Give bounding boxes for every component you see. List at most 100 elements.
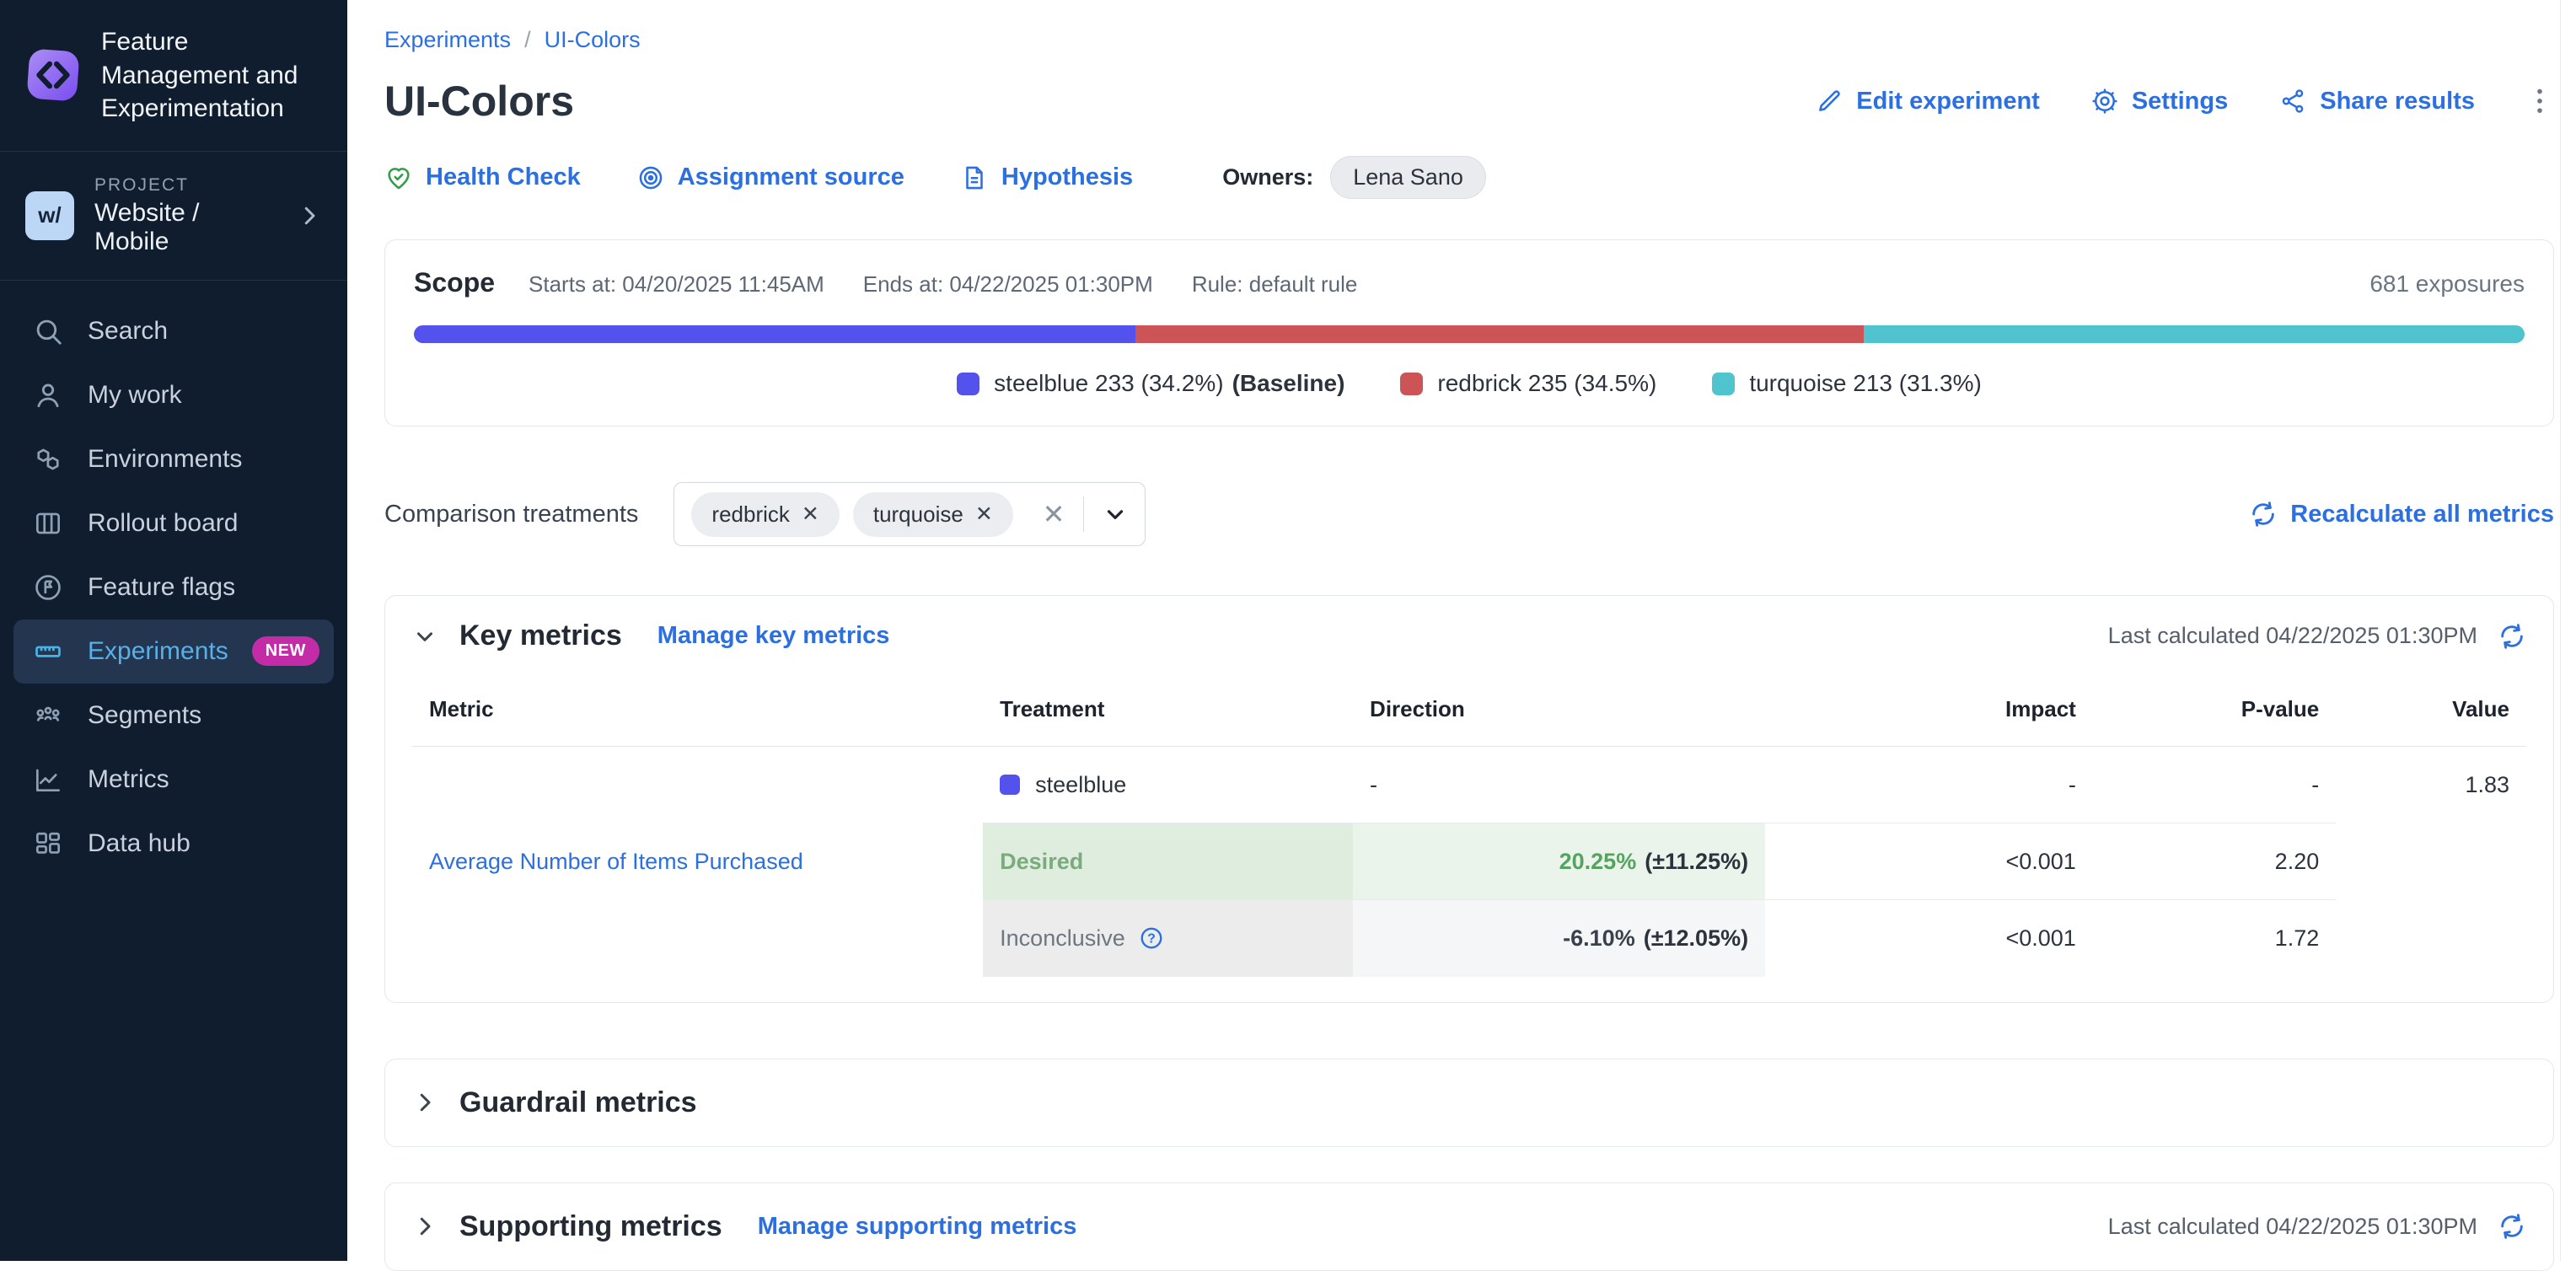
experiment-meta-row: Health Check Assignment source Hypothesi… (384, 156, 2554, 199)
pencil-icon (1815, 87, 1843, 115)
chip-turquoise[interactable]: turquoise ✕ (853, 492, 1013, 537)
owner-badge[interactable]: Lena Sano (1330, 156, 1486, 199)
sidebar-item-rollout-board[interactable]: Rollout board (13, 491, 334, 555)
sidebar-item-experiments[interactable]: Experiments NEW (13, 619, 334, 684)
scope-rule: Rule: default rule (1192, 271, 1358, 298)
sidebar-item-search[interactable]: Search (13, 299, 334, 363)
chevron-right-icon (297, 203, 322, 228)
comparison-treatments-select[interactable]: redbrick ✕ turquoise ✕ ✕ (674, 482, 1146, 546)
manage-key-metrics-link[interactable]: Manage key metrics (657, 622, 890, 650)
legend-text: turquoise 213 (31.3%) (1749, 370, 1982, 397)
treatment-legend: steelblue 233 (34.2%) (Baseline) redbric… (414, 370, 2525, 397)
legend-item-turquoise: turquoise 213 (31.3%) (1712, 370, 1982, 397)
sidebar-item-label: My work (88, 381, 182, 410)
sidebar-item-label: Data hub (88, 829, 191, 858)
project-switcher[interactable]: w/ PROJECT Website / Mobile (0, 152, 347, 281)
columns-icon (32, 507, 64, 539)
bar-segment-turquoise (1864, 325, 2525, 343)
legend-text: redbrick 235 (34.5%) (1437, 370, 1656, 397)
app-title: Feature Management and Experimentation (101, 25, 322, 126)
owners: Owners: Lena Sano (1222, 156, 1486, 199)
refresh-icon[interactable] (2498, 1212, 2526, 1241)
chip-remove-icon[interactable]: ✕ (975, 504, 993, 525)
value-cell: 2.20 (2093, 823, 2336, 900)
project-name: Website / Mobile (94, 199, 276, 256)
refresh-icon[interactable] (2498, 622, 2526, 651)
value-cell: 1.72 (2093, 900, 2336, 977)
legend-text: steelblue 233 (34.2%) (994, 370, 1223, 397)
sidebar-item-metrics[interactable]: Metrics (13, 748, 334, 812)
legend-item-steelblue: steelblue 233 (34.2%) (Baseline) (957, 370, 1344, 397)
sidebar-item-data-hub[interactable]: Data hub (13, 812, 334, 876)
edit-experiment-button[interactable]: Edit experiment (1815, 87, 2040, 115)
column-header-direction: Direction (1353, 673, 1765, 747)
breadcrumb-current-link[interactable]: UI-Colors (545, 27, 641, 53)
direction-cell: Desired (983, 823, 1353, 900)
scope-title: Scope (414, 267, 495, 298)
chip-label: turquoise (873, 501, 963, 528)
assignment-source-label: Assignment source (678, 164, 904, 191)
supporting-metrics-last-calculated: Last calculated 04/22/2025 01:30PM (2108, 1214, 2477, 1240)
guardrail-metrics-title: Guardrail metrics (459, 1086, 697, 1119)
column-header-value: Value (2336, 673, 2526, 747)
chevron-down-icon[interactable] (1103, 501, 1128, 527)
collapse-chevron-down-icon[interactable] (412, 624, 437, 649)
hypothesis-link[interactable]: Hypothesis (960, 164, 1133, 192)
people-icon (32, 700, 64, 732)
select-clear-icon[interactable]: ✕ (1043, 498, 1065, 530)
breadcrumb: Experiments / UI-Colors (384, 27, 2554, 53)
scope-starts-at: Starts at: 04/20/2025 11:45AM (529, 271, 824, 298)
expand-chevron-right-icon[interactable] (412, 1090, 437, 1115)
more-options-kebab-icon[interactable] (2525, 84, 2554, 118)
p-value-cell: - (2093, 747, 2336, 823)
user-icon (32, 379, 64, 411)
gear-icon (2090, 87, 2119, 115)
edit-experiment-label: Edit experiment (1856, 88, 2040, 115)
sidebar-item-feature-flags[interactable]: Feature flags (13, 555, 334, 619)
sidebar-item-label: Metrics (88, 765, 169, 794)
health-check-link[interactable]: Health Check (384, 164, 581, 192)
refresh-icon (2249, 500, 2278, 528)
treatment-distribution-bar (414, 325, 2525, 343)
bar-segment-steelblue (414, 325, 1135, 343)
recalculate-all-metrics-button[interactable]: Recalculate all metrics (2249, 500, 2554, 528)
sidebar-item-my-work[interactable]: My work (13, 363, 334, 427)
help-circle-icon[interactable]: ? (1139, 925, 1164, 951)
svg-text:?: ? (1147, 932, 1156, 947)
share-results-label: Share results (2320, 88, 2475, 115)
manage-supporting-metrics-link[interactable]: Manage supporting metrics (758, 1213, 1077, 1241)
chip-remove-icon[interactable]: ✕ (802, 504, 819, 525)
comparison-treatments-label: Comparison treatments (384, 501, 638, 528)
sidebar-item-label: Segments (88, 701, 201, 730)
column-header-treatment: Treatment (983, 673, 1353, 747)
direction-cell: Inconclusive ? (983, 900, 1353, 977)
comparison-row: Comparison treatments redbrick ✕ turquoi… (384, 482, 2554, 546)
recalculate-label: Recalculate all metrics (2290, 501, 2554, 528)
heart-check-icon (384, 164, 413, 192)
direction-desired-label: Desired (1000, 849, 1083, 874)
expand-chevron-right-icon[interactable] (412, 1214, 437, 1239)
settings-button[interactable]: Settings (2090, 87, 2228, 115)
impact-cell: - (1765, 747, 2093, 823)
search-icon (32, 315, 64, 347)
hypothesis-label: Hypothesis (1001, 164, 1133, 191)
turquoise-swatch (1712, 373, 1735, 395)
sidebar-item-segments[interactable]: Segments (13, 684, 334, 748)
sidebar-item-environments[interactable]: Environments (13, 427, 334, 491)
value-cell: 1.83 (2336, 747, 2526, 823)
breadcrumb-experiments-link[interactable]: Experiments (384, 27, 511, 53)
target-icon (636, 164, 665, 192)
steelblue-swatch (1000, 775, 1020, 795)
assignment-source-link[interactable]: Assignment source (636, 164, 904, 192)
column-header-p-value: P-value (2093, 673, 2336, 747)
health-check-label: Health Check (426, 164, 581, 191)
share-results-button[interactable]: Share results (2278, 87, 2475, 115)
sidebar-item-label: Search (88, 317, 168, 346)
metric-name-link[interactable]: Average Number of Items Purchased (429, 849, 803, 874)
impact-value: 20.25% (1559, 849, 1637, 874)
select-divider (1083, 496, 1084, 532)
p-value-cell: <0.001 (1765, 823, 2093, 900)
chip-redbrick[interactable]: redbrick ✕ (691, 492, 839, 537)
treatment-cell: steelblue (983, 747, 1353, 823)
impact-cell: 20.25%(±11.25%) (1353, 823, 1765, 900)
